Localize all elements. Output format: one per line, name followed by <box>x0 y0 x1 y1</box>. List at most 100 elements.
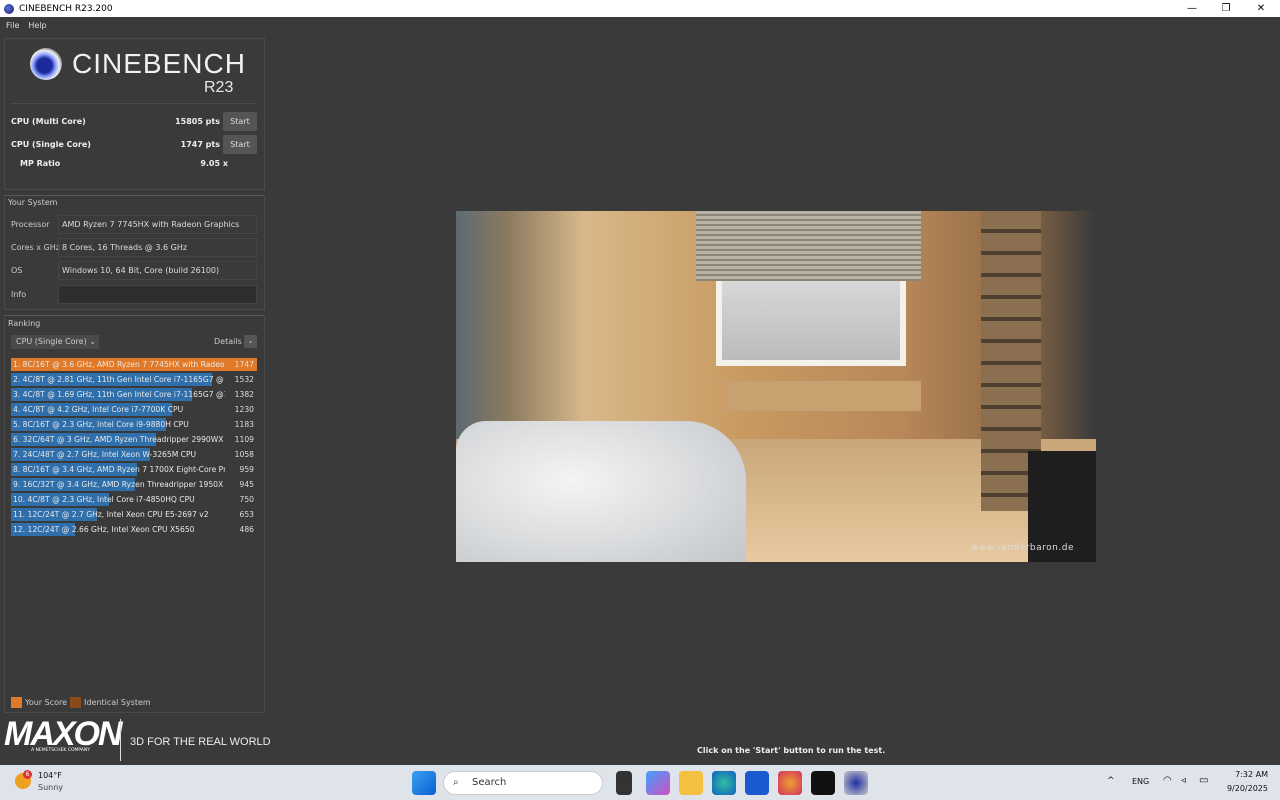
os-value: Windows 10, 64 Bit, Core (build 26100) <box>58 261 257 280</box>
clock-date[interactable]: 9/20/2025 <box>1212 784 1268 793</box>
ranking-score: 959 <box>239 465 255 474</box>
render-watermark: www.renderbaron.de <box>971 543 1074 553</box>
ranking-score: 945 <box>239 480 255 489</box>
firefox-icon[interactable] <box>778 771 802 795</box>
store-icon[interactable] <box>745 771 769 795</box>
render-preview: www.renderbaron.de <box>456 211 1096 562</box>
single-core-start-button[interactable]: Start <box>223 135 257 154</box>
status-message: Click on the 'Start' button to run the t… <box>697 746 886 755</box>
os-label: OS <box>11 266 23 275</box>
identical-system-swatch <box>70 697 82 708</box>
info-field[interactable] <box>58 285 257 304</box>
language-indicator[interactable]: ENG <box>1132 777 1149 786</box>
ranking-label: 8. 8C/16T @ 3.4 GHz, AMD Ryzen 7 1700X E… <box>13 465 225 474</box>
menu-bar: File Help <box>0 17 1280 33</box>
chevron-down-icon: ⌄ <box>89 337 96 346</box>
ranking-score: 1230 <box>234 405 254 414</box>
single-core-score: 1747 pts <box>180 140 220 149</box>
ranking-score: 1532 <box>234 375 254 384</box>
ranking-row[interactable]: 11. 12C/24T @ 2.7 GHz, Intel Xeon CPU E5… <box>11 508 257 521</box>
single-core-label: CPU (Single Core) <box>11 140 91 149</box>
ranking-row[interactable]: 5. 8C/16T @ 2.3 GHz, Intel Core i9-9880H… <box>11 418 257 431</box>
task-view-icon[interactable] <box>616 771 632 795</box>
ranking-row[interactable]: 8. 8C/16T @ 3.4 GHz, AMD Ryzen 7 1700X E… <box>11 463 257 476</box>
battery-icon[interactable]: ▭ <box>1199 775 1208 786</box>
details-dropdown-button[interactable]: ⌄ <box>244 335 257 348</box>
ranking-label: 6. 32C/64T @ 3 GHz, AMD Ryzen Threadripp… <box>13 435 225 444</box>
your-system-title: Your System <box>8 198 58 207</box>
processor-label: Processor <box>11 220 50 229</box>
menu-help[interactable]: Help <box>28 21 46 30</box>
ranking-select-value: CPU (Single Core) <box>16 337 87 346</box>
copilot-icon[interactable] <box>646 771 670 795</box>
menu-file[interactable]: File <box>6 21 19 30</box>
ranking-label: 2. 4C/8T @ 2.81 GHz, 11th Gen Intel Core… <box>13 375 225 384</box>
ranking-label: 10. 4C/8T @ 2.3 GHz, Intel Core i7-4850H… <box>13 495 195 504</box>
ranking-score: 1183 <box>234 420 254 429</box>
ranking-label: 5. 8C/16T @ 2.3 GHz, Intel Core i9-9880H… <box>13 420 189 429</box>
ranking-score: 653 <box>239 510 255 519</box>
mp-ratio-value: 9.05 x <box>200 159 228 168</box>
ranking-label: 3. 4C/8T @ 1.69 GHz, 11th Gen Intel Core… <box>13 390 225 399</box>
file-explorer-icon[interactable] <box>679 771 703 795</box>
ranking-score: 750 <box>239 495 255 504</box>
app-icon[interactable] <box>811 771 835 795</box>
ranking-label: 9. 16C/32T @ 3.4 GHz, AMD Ryzen Threadri… <box>13 480 225 489</box>
ranking-score: 1747 <box>234 360 254 369</box>
taskbar-search[interactable]: ⌕ Search <box>443 771 603 795</box>
cores-value: 8 Cores, 16 Threads @ 3.6 GHz <box>58 238 257 257</box>
chevron-up-icon[interactable]: ^ <box>1107 776 1115 786</box>
ranking-row[interactable]: 4. 4C/8T @ 4.2 GHz, Intel Core i7-7700K … <box>11 403 257 416</box>
ranking-row[interactable]: 12. 12C/24T @ 2.66 GHz, Intel Xeon CPU X… <box>11 523 257 536</box>
divider <box>11 103 257 104</box>
details-label: Details <box>214 337 242 346</box>
search-icon: ⌕ <box>453 777 459 788</box>
ranking-label: 7. 24C/48T @ 2.7 GHz, Intel Xeon W-3265M… <box>13 450 197 459</box>
cores-label: Cores x GHz <box>11 243 60 252</box>
brand-tagline: 3D FOR THE REAL WORLD <box>130 736 271 748</box>
ranking-row[interactable]: 1. 8C/16T @ 3.6 GHz, AMD Ryzen 7 7745HX … <box>11 358 257 371</box>
ranking-score: 1109 <box>234 435 254 444</box>
ranking-select[interactable]: CPU (Single Core) ⌄ <box>11 335 99 349</box>
ranking-row[interactable]: 6. 32C/64T @ 3 GHz, AMD Ryzen Threadripp… <box>11 433 257 446</box>
cinema4d-logo-icon <box>30 48 62 80</box>
ranking-row[interactable]: 10. 4C/8T @ 2.3 GHz, Intel Core i7-4850H… <box>11 493 257 506</box>
cinebench-logo: CINEBENCH <box>30 48 246 80</box>
your-score-legend: Your Score <box>25 698 68 707</box>
volume-icon[interactable]: ◃ <box>1181 775 1186 786</box>
multi-core-score: 15805 pts <box>175 117 220 126</box>
mp-ratio-label: MP Ratio <box>20 159 61 168</box>
ranking-label: 1. 8C/16T @ 3.6 GHz, AMD Ryzen 7 7745HX … <box>13 360 225 369</box>
your-score-swatch <box>11 697 22 708</box>
wifi-icon[interactable]: ◠ <box>1163 775 1172 786</box>
cinebench-taskbar-icon[interactable] <box>844 771 868 795</box>
ranking-row[interactable]: 7. 24C/48T @ 2.7 GHz, Intel Xeon W-3265M… <box>11 448 257 461</box>
weather-desc: Sunny <box>38 783 64 792</box>
ranking-row[interactable]: 9. 16C/32T @ 3.4 GHz, AMD Ryzen Threadri… <box>11 478 257 491</box>
maxon-subtitle: A NEMETSCHEK COMPANY <box>31 748 90 753</box>
ranking-score: 486 <box>239 525 255 534</box>
window-title: CINEBENCH R23.200 <box>19 3 113 14</box>
title-bar: CINEBENCH R23.200 — ❐ ✕ <box>0 0 1280 17</box>
clock-time[interactable]: 7:32 AM <box>1222 770 1268 779</box>
ranking-score: 1382 <box>234 390 254 399</box>
edge-icon[interactable] <box>712 771 736 795</box>
restore-button[interactable]: ❐ <box>1210 0 1242 17</box>
ranking-row[interactable]: 3. 4C/8T @ 1.69 GHz, 11th Gen Intel Core… <box>11 388 257 401</box>
windows-start-icon[interactable] <box>412 771 436 795</box>
weather-badge: 6 <box>23 770 32 779</box>
brand-divider <box>120 719 121 761</box>
ranking-legend: Your Score Identical System <box>11 697 151 708</box>
minimize-button[interactable]: — <box>1176 0 1208 17</box>
ranking-score: 1058 <box>234 450 254 459</box>
logo-word: CINEBENCH <box>72 48 246 79</box>
ranking-row[interactable]: 2. 4C/8T @ 2.81 GHz, 11th Gen Intel Core… <box>11 373 257 386</box>
identical-system-legend: Identical System <box>84 698 151 707</box>
close-button[interactable]: ✕ <box>1245 0 1277 17</box>
ranking-title: Ranking <box>8 319 41 328</box>
ranking-label: 12. 12C/24T @ 2.66 GHz, Intel Xeon CPU X… <box>13 525 195 534</box>
cinebench-app-icon <box>4 3 14 14</box>
info-label: Info <box>11 290 27 299</box>
multi-core-start-button[interactable]: Start <box>223 112 257 131</box>
weather-temp: 104°F <box>38 771 62 780</box>
